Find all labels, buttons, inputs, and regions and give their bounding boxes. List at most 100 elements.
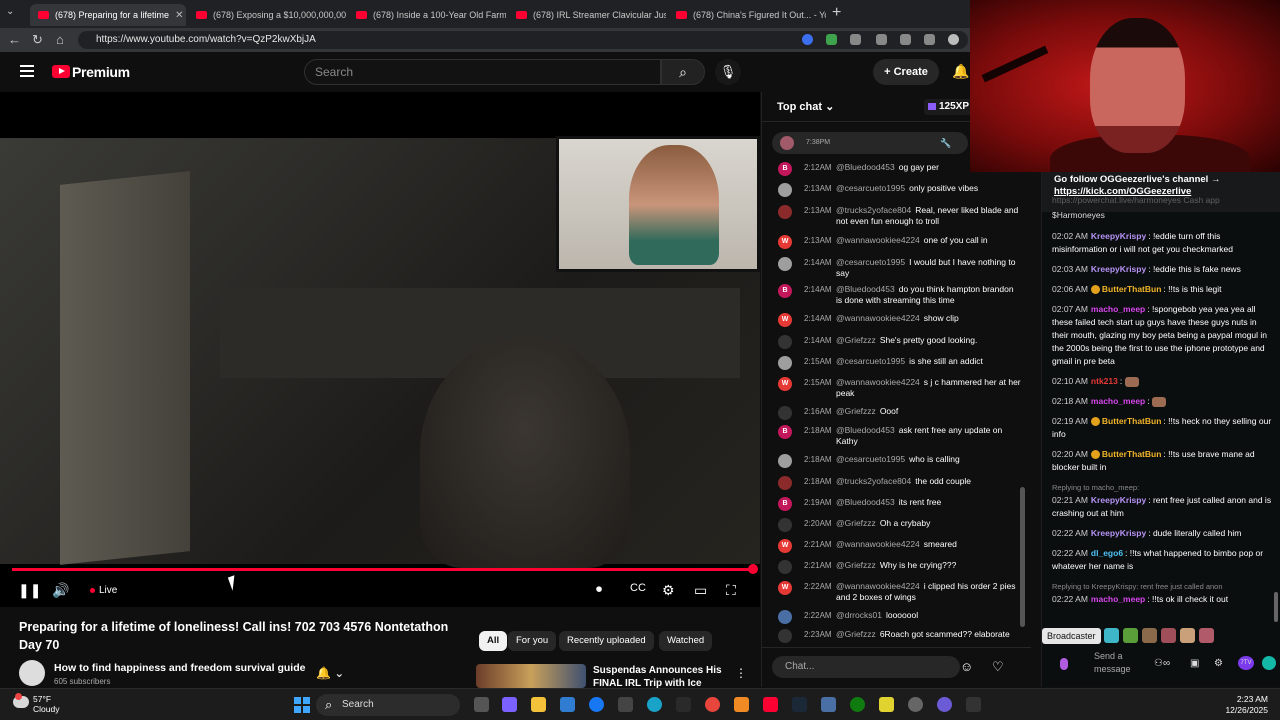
message-author[interactable]: ButterThatBun bbox=[1102, 449, 1162, 459]
7tv-icon[interactable]: 7TV bbox=[1238, 656, 1254, 670]
chat-message[interactable]: B 2:19AM @Bluedood453 its rent free bbox=[778, 497, 1022, 518]
message-author[interactable]: macho_meep bbox=[1091, 304, 1145, 314]
vlc-icon[interactable] bbox=[734, 697, 749, 712]
shield-icon[interactable] bbox=[924, 34, 935, 45]
kick-chat-banner[interactable]: Go follow OGGeezerlive's channel → https… bbox=[1042, 172, 1280, 212]
notes-icon[interactable] bbox=[879, 697, 894, 712]
top-chat-dropdown[interactable]: Top chat ⌄ bbox=[777, 100, 834, 113]
avatar[interactable]: B bbox=[778, 284, 792, 298]
new-tab-icon[interactable]: + bbox=[832, 4, 841, 22]
search-button[interactable]: ⌕ bbox=[661, 59, 705, 85]
avatar[interactable]: B bbox=[778, 425, 792, 439]
kick-chat-message[interactable]: 02:20 AM ButterThatBun: !!ts use brave ma… bbox=[1052, 448, 1274, 474]
chat-message[interactable]: W 2:22AM @wannawookiee4224 i clipped his or… bbox=[778, 581, 1022, 610]
avatar[interactable] bbox=[778, 610, 792, 624]
chat-message[interactable]: W 2:14AM @wannawookiee4224 show clip bbox=[778, 313, 1022, 335]
avatar[interactable]: W bbox=[778, 313, 792, 327]
autoplay-toggle-icon[interactable]: ⏺ bbox=[596, 582, 602, 597]
windows-start-icon[interactable] bbox=[294, 697, 310, 713]
avatar[interactable] bbox=[778, 183, 792, 197]
emote-icon[interactable] bbox=[1142, 628, 1157, 643]
kick-chat-message[interactable]: 02:03 AM KreepyKrispy: !eddie this is fak… bbox=[1052, 263, 1274, 276]
pinned-message[interactable]: 7:38PM 🔧 bbox=[772, 132, 968, 154]
message-author[interactable]: @cesarcueto1995 bbox=[836, 454, 905, 464]
message-author[interactable]: KreepyKrispy bbox=[1091, 264, 1146, 274]
extension-icon[interactable] bbox=[850, 34, 861, 45]
close-tab-icon[interactable]: ✕ bbox=[169, 10, 183, 21]
chat-message[interactable]: B 2:14AM @Bluedood453 do you think hampton … bbox=[778, 284, 1022, 313]
chat-scrollbar[interactable] bbox=[1020, 487, 1025, 627]
volume-icon[interactable]: 🔊 bbox=[52, 582, 69, 599]
message-author[interactable]: @cesarcueto1995 bbox=[836, 257, 905, 267]
avatar[interactable]: W bbox=[778, 377, 792, 391]
weather-cloud-icon[interactable] bbox=[13, 693, 29, 708]
chat-input[interactable]: Chat... bbox=[772, 656, 960, 678]
taskbar-search[interactable]: Search bbox=[316, 694, 460, 716]
message-author[interactable]: @Bluedood453 bbox=[836, 497, 895, 507]
channel-name[interactable]: How to find happiness and freedom surviv… bbox=[54, 662, 305, 674]
link-icon[interactable]: ⚇∞ bbox=[1154, 658, 1170, 669]
settings-icon[interactable] bbox=[821, 697, 836, 712]
app-icon[interactable] bbox=[966, 697, 981, 712]
search-input[interactable]: Search bbox=[304, 59, 661, 85]
emote-icon[interactable] bbox=[1123, 628, 1138, 643]
message-author[interactable]: @wannawookiee4224 bbox=[836, 313, 920, 323]
avatar[interactable]: B bbox=[778, 162, 792, 176]
kick-chat-message[interactable]: 02:02 AM KreepyKrispy: !eddie turn off th… bbox=[1052, 230, 1274, 256]
message-author[interactable]: @trucks2yoface804 bbox=[836, 476, 911, 486]
reply-context[interactable]: Replying to KreepyKrispy: rent free just… bbox=[1052, 580, 1274, 593]
message-author[interactable]: @Griefzzz bbox=[836, 629, 876, 639]
copilot-icon[interactable] bbox=[502, 697, 517, 712]
message-author[interactable]: @Griefzzz bbox=[836, 406, 876, 416]
message-author[interactable]: KreepyKrispy bbox=[1091, 231, 1146, 241]
message-author[interactable]: dl_ego6 bbox=[1091, 548, 1123, 558]
avatar[interactable]: W bbox=[778, 581, 792, 595]
emote-icon[interactable] bbox=[1180, 628, 1195, 643]
browser-tab[interactable]: (678) China's Figured It Out... - Yo ✕ bbox=[668, 4, 826, 26]
message-author[interactable]: @Bluedood453 bbox=[836, 162, 895, 172]
youtube-logo-icon[interactable] bbox=[52, 65, 70, 78]
chat-message[interactable]: 2:21AM @Griefzzz Why is he crying??? bbox=[778, 560, 1022, 581]
chat-message[interactable]: 2:15AM @cesarcueto1995 is she still an add… bbox=[778, 356, 1022, 377]
chat-message[interactable]: 2:14AM @Griefzzz She's pretty good looking… bbox=[778, 335, 1022, 356]
avatar[interactable] bbox=[778, 205, 792, 219]
message-author[interactable]: @wannawookiee4224 bbox=[836, 377, 920, 387]
emote-icon[interactable] bbox=[1199, 628, 1214, 643]
pause-icon[interactable]: ❚❚ bbox=[18, 582, 41, 599]
heart-icon[interactable]: ♡ bbox=[992, 659, 1004, 675]
chat-message[interactable]: 2:20AM @Griefzzz Oh a crybaby bbox=[778, 518, 1022, 539]
create-button[interactable]: + Create bbox=[873, 59, 939, 85]
kick-chat-message[interactable]: 02:22 AM KreepyKrispy: dude literally cal… bbox=[1052, 527, 1274, 540]
extension-icon[interactable] bbox=[1262, 656, 1276, 670]
more-options-icon[interactable]: ⋮ bbox=[735, 666, 747, 680]
chat-message[interactable]: W 2:13AM @wannawookiee4224 one of you call … bbox=[778, 235, 1022, 257]
back-icon[interactable]: ← bbox=[8, 32, 21, 47]
message-author[interactable]: macho_meep bbox=[1091, 594, 1145, 604]
chat-message[interactable]: 2:16AM @Griefzzz Ooof bbox=[778, 406, 1022, 425]
taskbar-clock[interactable]: 2:23 AM 12/26/2025 bbox=[1216, 694, 1268, 716]
avatar[interactable] bbox=[778, 335, 792, 349]
recommended-thumbnail[interactable] bbox=[476, 664, 586, 688]
extension-icon[interactable] bbox=[802, 34, 813, 45]
chat-message[interactable]: 2:13AM @trucks2yoface804 Real, never liked… bbox=[778, 205, 1022, 235]
settings-gear-icon[interactable]: ⚙ bbox=[662, 582, 675, 599]
edge-browser-icon[interactable] bbox=[647, 697, 662, 712]
chat-message[interactable]: 2:18AM @trucks2yoface804 the odd couple bbox=[778, 476, 1022, 497]
chrome-icon[interactable] bbox=[705, 697, 720, 712]
obs-icon[interactable] bbox=[908, 697, 923, 712]
kick-chat-message[interactable]: Replying to macho_meep: 02:21 AM KreepyKri… bbox=[1052, 481, 1274, 520]
message-author[interactable]: @Bluedood453 bbox=[836, 284, 895, 294]
chat-message[interactable]: 2:13AM @cesarcueto1995 only positive vibes bbox=[778, 183, 1022, 205]
kick-chat-message[interactable]: 02:07 AM macho_meep: !spongebob yea yea y… bbox=[1052, 303, 1274, 368]
chat-message[interactable]: 2:18AM @cesarcueto1995 who is calling bbox=[778, 454, 1022, 476]
message-author[interactable]: KreepyKrispy bbox=[1091, 495, 1146, 505]
emote-icon[interactable] bbox=[1104, 628, 1119, 643]
miniplayer-icon[interactable]: ▭ bbox=[694, 582, 707, 599]
filter-chip-recently-uploaded[interactable]: Recently uploaded bbox=[559, 631, 654, 651]
extension-icon[interactable] bbox=[876, 34, 887, 45]
progress-bar[interactable] bbox=[12, 564, 758, 574]
message-author[interactable]: @drrocks01 bbox=[836, 610, 882, 620]
notifications-icon[interactable]: 🔔 bbox=[952, 63, 969, 80]
file-explorer-icon[interactable] bbox=[531, 697, 546, 712]
chat-message[interactable]: W 2:15AM @wannawookiee4224 s j c hammered h… bbox=[778, 377, 1022, 406]
